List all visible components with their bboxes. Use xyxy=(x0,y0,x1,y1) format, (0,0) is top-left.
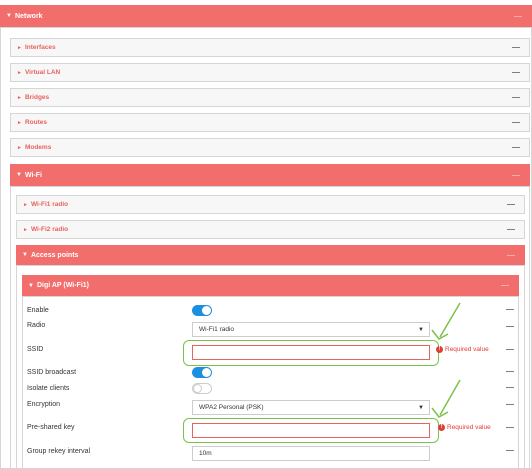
arrow-to-ssid xyxy=(431,302,461,340)
annotation-arrows xyxy=(431,302,461,418)
arrow-to-psk xyxy=(431,379,461,418)
